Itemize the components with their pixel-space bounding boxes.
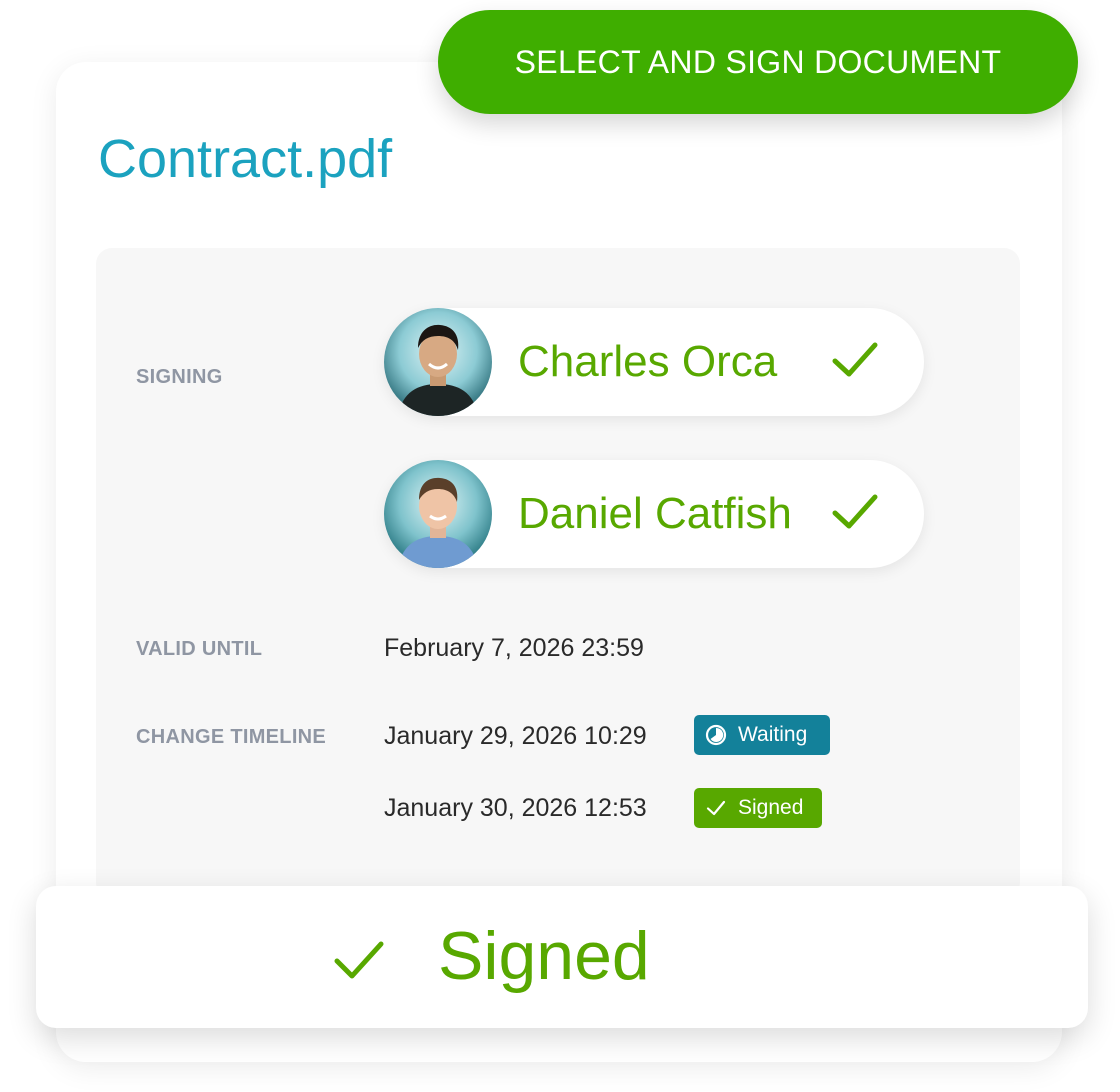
timeline-date: January 30, 2026 12:53 — [384, 794, 647, 822]
timeline-date: January 29, 2026 10:29 — [384, 722, 647, 750]
clock-icon — [705, 724, 727, 746]
signed-status-text: Signed — [438, 918, 650, 994]
check-icon — [832, 494, 878, 529]
status-badge: Signed — [694, 788, 822, 828]
signer-name: Charles Orca — [518, 337, 778, 386]
signed-status-banner: Signed — [36, 886, 1088, 1028]
check-icon — [706, 800, 726, 816]
avatar — [384, 460, 492, 568]
status-badge: Waiting — [694, 715, 830, 755]
avatar — [384, 308, 492, 416]
badge-label: Waiting — [738, 723, 808, 746]
signer-item: Charles Orca — [384, 308, 924, 416]
signing-label: SIGNING — [136, 366, 223, 388]
valid-until-value: February 7, 2026 23:59 — [384, 634, 644, 662]
signer-name: Daniel Catfish — [518, 489, 792, 538]
signer-item: Daniel Catfish — [384, 460, 924, 568]
check-icon — [832, 342, 878, 377]
change-timeline-label: CHANGE TIMELINE — [136, 726, 327, 748]
check-icon — [334, 941, 384, 979]
select-and-sign-button[interactable]: SELECT AND SIGN DOCUMENT — [438, 10, 1078, 114]
valid-until-label: VALID UNTIL — [136, 638, 263, 660]
document-title: Contract.pdf — [98, 129, 393, 189]
signing-screen: SELECT AND SIGN DOCUMENT Contract.pdf SI… — [0, 0, 1120, 1092]
badge-label: Signed — [738, 796, 804, 819]
